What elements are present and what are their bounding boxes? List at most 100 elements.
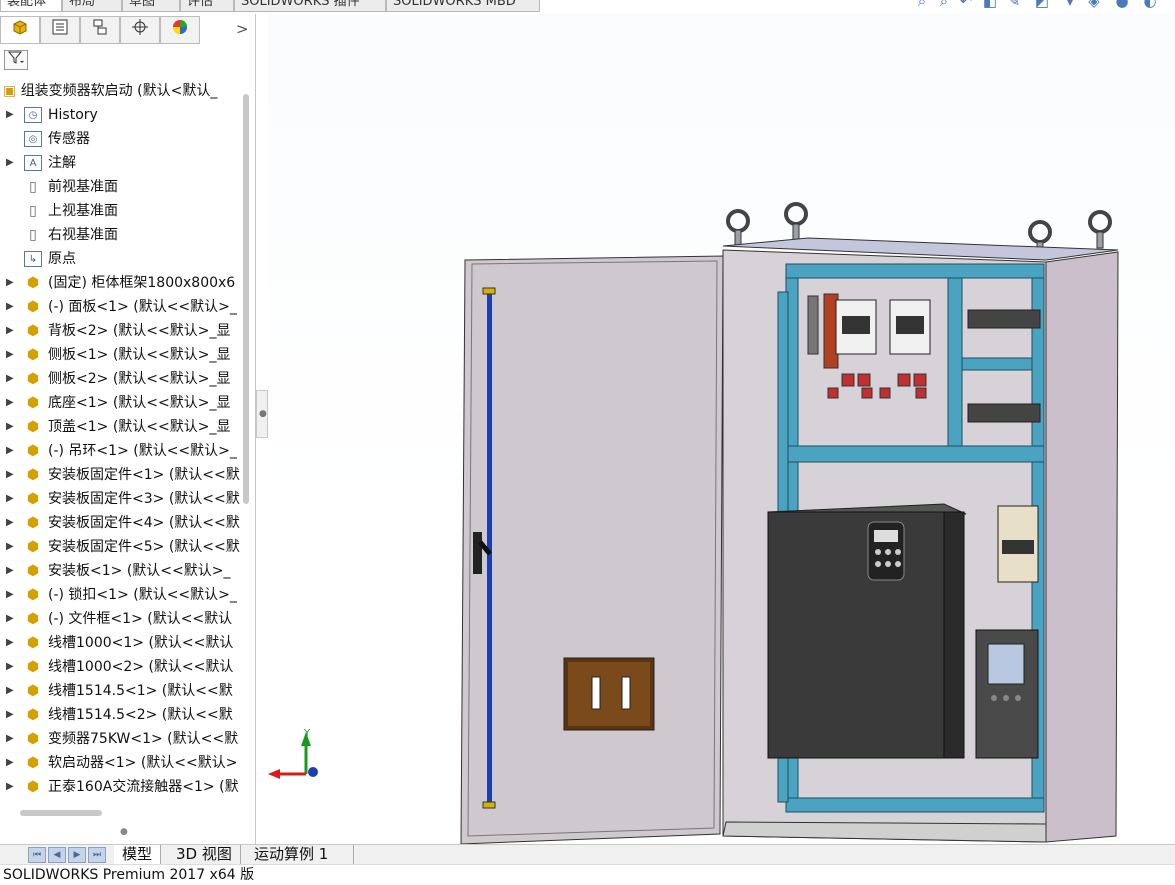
tree-item[interactable]: ▶ ⬢ 线槽1514.5<1> (默认<<默 — [0, 680, 240, 702]
tab-model[interactable]: 模型 — [114, 845, 162, 865]
tab-solidworks-addins[interactable]: SOLIDWORKS 插件 — [234, 0, 386, 12]
tree-item[interactable]: ▯ 上视基准面 — [0, 200, 240, 222]
tree-item[interactable]: ▯ 前视基准面 — [0, 176, 240, 198]
tab-assembly[interactable]: 装配体 — [0, 0, 62, 12]
expand-arrow-icon[interactable]: ▶ — [6, 608, 16, 630]
tree-item[interactable]: ▶ ⬢ 变频器75KW<1> (默认<<默 — [0, 728, 240, 750]
panel-more-tabs-button[interactable]: > — [236, 20, 249, 38]
tree-item[interactable]: ▯ 右视基准面 — [0, 224, 240, 246]
prev-tab-icon[interactable]: ◀ — [48, 847, 66, 863]
expand-arrow-icon[interactable]: ▶ — [6, 488, 16, 510]
feature-manager-tab-icon[interactable] — [0, 16, 40, 44]
expand-arrow-icon[interactable]: ▶ — [6, 392, 16, 414]
expand-arrow-icon[interactable]: ▶ — [6, 560, 16, 582]
expand-arrow-icon[interactable]: ▶ — [6, 704, 16, 726]
tree-item[interactable]: ▶ ⬢ 底座<1> (默认<<默认>_显 — [0, 392, 240, 414]
tree-item-label: 顶盖<1> (默认<<默认>_显 — [48, 419, 231, 435]
tree-horizontal-scrollbar[interactable] — [20, 810, 102, 816]
feature-tree: ▣ 组装变频器软启动 (默认<默认_ ▶ ◷ History ◎ 传感器 ▶ A 注解 ▯ 前视基… — [0, 80, 240, 803]
tree-item[interactable]: ▶ ⬢ (固定) 柜体框架1800x800x6 — [0, 272, 240, 294]
expand-arrow-icon[interactable]: ▶ — [6, 632, 16, 654]
panel-collapse-handle[interactable]: ● — [256, 390, 268, 438]
expand-arrow-icon[interactable]: ▶ — [6, 656, 16, 678]
tree-root-assembly[interactable]: ▣ 组装变频器软启动 (默认<默认_ — [3, 80, 217, 102]
tree-item[interactable]: ▶ ⬢ 侧板<2> (默认<<默认>_显 — [0, 368, 240, 390]
view-orientation-icon[interactable]: ◩ — [1033, 0, 1051, 10]
dynamic-annotation-icon[interactable]: ✎ — [1005, 0, 1023, 10]
last-tab-icon[interactable]: ⏭ — [88, 847, 106, 863]
expand-arrow-icon[interactable]: ▶ — [6, 752, 16, 774]
tree-vertical-scrollbar[interactable] — [243, 94, 249, 504]
display-manager-tab-icon[interactable] — [160, 16, 200, 44]
property-manager-tab-icon[interactable] — [40, 16, 80, 44]
expand-arrow-icon[interactable]: ▶ — [6, 512, 16, 534]
tree-item[interactable]: ▶ ⬢ 软启动器<1> (默认<<默认> — [0, 752, 240, 774]
expand-arrow-icon[interactable]: ▶ — [6, 152, 16, 174]
tree-item[interactable]: ▶ A 注解 — [0, 152, 240, 174]
filter-icon[interactable] — [4, 50, 28, 70]
expand-arrow-icon[interactable]: ▶ — [6, 416, 16, 438]
tree-item[interactable]: ◎ 传感器 — [0, 128, 240, 150]
tab-layout[interactable]: 布局 — [62, 0, 122, 12]
tree-item[interactable]: ▶ ⬢ 线槽1000<1> (默认<<默认 — [0, 632, 240, 654]
expand-arrow-icon[interactable]: ▶ — [6, 344, 16, 366]
tree-item[interactable]: ▶ ⬢ 安装板固定件<4> (默认<<默 — [0, 512, 240, 534]
tab-evaluate[interactable]: 评估 — [180, 0, 234, 12]
first-tab-icon[interactable]: ⏮ — [28, 847, 46, 863]
tree-item[interactable]: ▶ ⬢ 线槽1000<2> (默认<<默认 — [0, 656, 240, 678]
expand-arrow-icon[interactable]: ▶ — [6, 440, 16, 462]
hide-show-items-icon[interactable]: ◈ — [1085, 0, 1103, 10]
tab-motion-study[interactable]: 运动算例 1 — [246, 845, 354, 865]
tree-item[interactable]: ▶ ⬢ (-) 面板<1> (默认<<默认>_ — [0, 296, 240, 318]
section-view-icon[interactable]: ◧ — [981, 0, 999, 10]
tree-item[interactable]: ▶ ⬢ 顶盖<1> (默认<<默认>_显 — [0, 416, 240, 438]
previous-view-icon[interactable]: ↶ — [957, 0, 975, 10]
expand-arrow-icon[interactable]: ▶ — [6, 464, 16, 486]
tree-item[interactable]: ▶ ⬢ (-) 锁扣<1> (默认<<默认>_ — [0, 584, 240, 606]
display-style-icon[interactable]: ▾ — [1061, 0, 1079, 10]
tab-3d-view[interactable]: 3D 视图 — [168, 845, 241, 865]
tree-item[interactable]: ▶ ⬢ 安装板固定件<5> (默认<<默 — [0, 536, 240, 558]
expand-arrow-icon[interactable]: ▶ — [6, 368, 16, 390]
tree-item-label: 右视基准面 — [48, 227, 118, 243]
tree-item[interactable]: ↳ 原点 — [0, 248, 240, 270]
tree-item[interactable]: ▶ ⬢ 线槽1514.5<2> (默认<<默 — [0, 704, 240, 726]
tree-item[interactable]: ▶ ⬢ 侧板<1> (默认<<默认>_显 — [0, 344, 240, 366]
part-icon: ⬢ — [26, 707, 40, 723]
configuration-manager-tab-icon[interactable] — [80, 16, 120, 44]
tree-item[interactable]: ▶ ⬢ 背板<2> (默认<<默认>_显 — [0, 320, 240, 342]
tree-item[interactable]: ▶ ◷ History — [0, 104, 240, 126]
tree-item[interactable]: ▶ ⬢ 安装板<1> (默认<<默认>_ — [0, 560, 240, 582]
expand-arrow-icon[interactable]: ▶ — [6, 104, 16, 126]
expand-arrow-icon[interactable]: ▶ — [6, 776, 16, 798]
tree-item[interactable]: ▶ ⬢ 正泰160A交流接触器<1> (默 — [0, 776, 240, 798]
tree-item[interactable]: ▶ ⬢ (-) 吊环<1> (默认<<默认>_ — [0, 440, 240, 462]
graphics-viewport[interactable]: Y X — [268, 14, 1175, 844]
expand-arrow-icon[interactable]: ▶ — [6, 296, 16, 318]
frame-rail-top — [785, 263, 1045, 279]
tab-sketch[interactable]: 草图 — [122, 0, 180, 12]
dimxpert-manager-tab-icon[interactable] — [120, 16, 160, 44]
expand-arrow-icon[interactable]: ▶ — [6, 320, 16, 342]
cabinet-model[interactable]: Y X — [268, 14, 1175, 844]
panel-tabs: > — [0, 16, 256, 44]
expand-arrow-icon[interactable]: ▶ — [6, 728, 16, 750]
tree-item[interactable]: ▶ ⬢ 安装板固定件<1> (默认<<默 — [0, 464, 240, 486]
edit-appearance-icon[interactable]: ● — [1113, 0, 1131, 10]
contactor — [997, 505, 1039, 583]
tree-item-label: 上视基准面 — [48, 203, 118, 219]
lifting-eyes — [726, 202, 1112, 244]
zoom-to-area-icon[interactable]: ⌕ — [935, 0, 953, 10]
expand-arrow-icon[interactable]: ▶ — [6, 680, 16, 702]
zoom-to-fit-icon[interactable]: ⌕ — [913, 0, 931, 10]
next-tab-icon[interactable]: ▶ — [68, 847, 86, 863]
tree-item[interactable]: ▶ ⬢ 安装板固定件<3> (默认<<默 — [0, 488, 240, 510]
tree-item[interactable]: ▶ ⬢ (-) 文件框<1> (默认<<默认 — [0, 608, 240, 630]
panel-splitter-dot[interactable]: ● — [120, 827, 128, 837]
expand-arrow-icon[interactable]: ▶ — [6, 272, 16, 294]
apply-scene-icon[interactable]: ◐ — [1141, 0, 1159, 10]
expand-arrow-icon[interactable]: ▶ — [6, 536, 16, 558]
expand-arrow-icon[interactable]: ▶ — [6, 584, 16, 606]
part-icon: ⬢ — [26, 395, 40, 411]
tab-solidworks-mbd[interactable]: SOLIDWORKS MBD — [386, 0, 540, 12]
